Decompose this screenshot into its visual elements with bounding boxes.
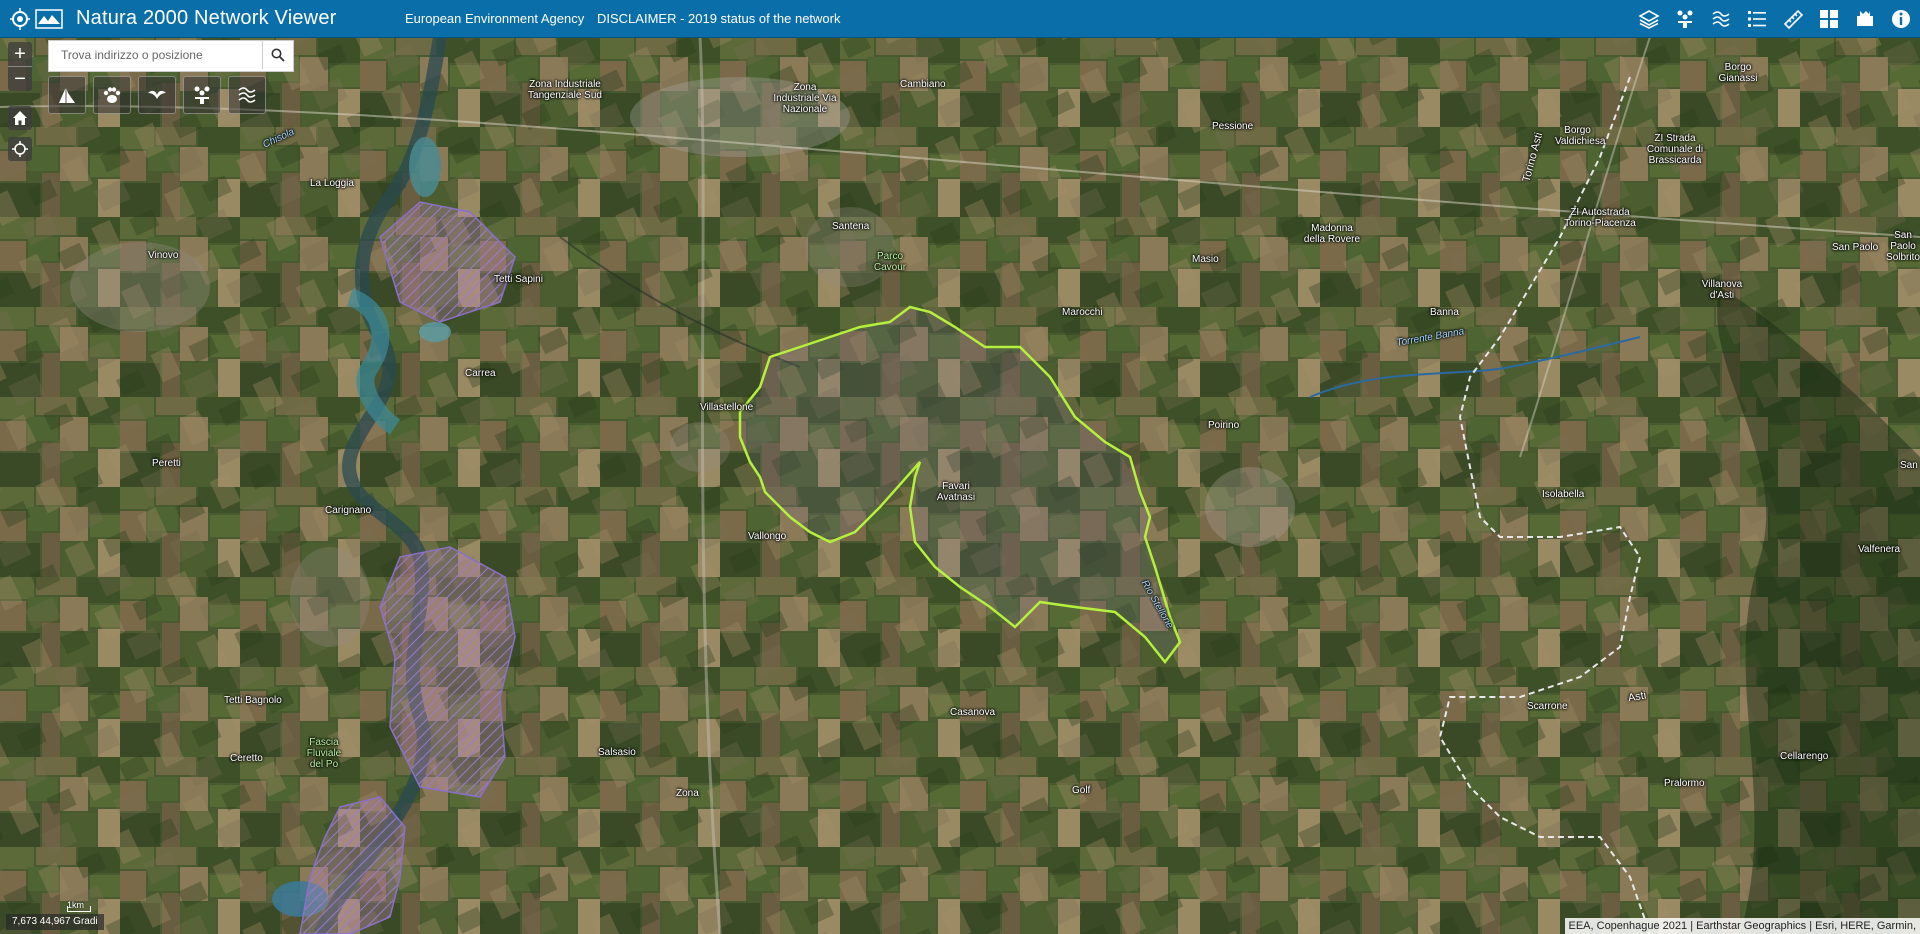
eea-link[interactable]: European Environment Agency [405,11,584,26]
paw-icon [103,87,121,103]
habitats-icon[interactable] [1672,6,1698,32]
map-label: Madonna della Rovere [1303,223,1361,245]
map-label: San Paolo [1832,242,1879,253]
map-label: Cambiano [900,79,946,90]
map-label: Golf [1072,785,1091,796]
app-header: Natura 2000 Network Viewer European Envi… [0,0,1920,38]
app-root: Natura 2000 Network Viewer European Envi… [0,0,1920,934]
map-label: Santena [832,221,870,232]
map-label: Ceretto [230,753,263,764]
map-label: Zona [676,788,699,799]
map-label: Pralormo [1664,778,1705,789]
basemap-gallery-icon[interactable] [1816,6,1842,32]
legend-icon[interactable] [1744,6,1770,32]
map-label: ZI Autostrada Torino-Piacenza [1564,207,1636,229]
map-label: ZI Strada Comunale di Brassicarda [1646,133,1704,166]
map-label: Villastellone [700,402,754,413]
map-label: Fascia Fluviale del Po [306,737,342,770]
map-label: Vallongo [748,531,787,542]
map-label: Isolabella [1542,489,1585,500]
map-label: Carrea [465,368,496,379]
bird-icon [148,90,166,99]
map-label: Tetti Sapini [494,274,543,285]
map-label: Borgo Valdichiesa [1555,125,1606,147]
map-label: Peretti [152,458,181,469]
zoom-control: + − [8,42,32,91]
map-label: Salsasio [598,747,636,758]
layers-icon[interactable] [1636,6,1662,32]
info-icon[interactable] [1888,6,1914,32]
map-label: San [1900,460,1918,471]
map-label: Favari Avatnasi [936,481,976,503]
map-label: Valfenera [1858,544,1901,555]
map-label: Zona Industriale Tangenziale Sud [528,79,602,101]
map-label: Poirino [1208,420,1240,431]
sites-layer-button[interactable] [183,76,221,114]
print-icon[interactable] [1852,6,1878,32]
map-label: Zona Industriale Via Nazionale [773,82,837,115]
home-icon [13,111,27,125]
map-attribution: EEA, Copenhague 2021 | Earthstar Geograp… [1564,918,1920,934]
map-label: Casanova [950,707,996,718]
map-label: Carignano [325,505,372,516]
search-button[interactable] [262,41,293,69]
map-label: Parco Cavour [873,251,907,273]
map-label: San Paolo Solbrito [1886,230,1920,263]
search-input[interactable] [49,41,259,69]
species-layer-button[interactable] [93,76,131,114]
map-label: Vinovo [148,250,179,261]
waves-icon[interactable] [1708,6,1734,32]
waves-icon [238,87,256,103]
map-view[interactable]: Zona Industriale Tangenziale Sud Zona In… [0,37,1920,934]
disclaimer-link[interactable]: DISCLAIMER - 2019 status of the network [597,11,841,26]
zoom-out-button[interactable]: − [8,66,32,91]
map-label: La Loggia [310,178,354,189]
coordinates-readout: 7,673 44,967 Gradi [6,914,104,930]
header-toolbar [1636,6,1914,32]
water-layer-button[interactable] [228,76,266,114]
map-label: Scarrone [1527,701,1568,712]
habitat-icon [59,87,75,103]
scale-bar [67,906,91,912]
search-icon [271,48,285,62]
habitat-layer-button[interactable] [48,76,86,114]
map-label: Villanova d'Asti [1701,279,1743,301]
locate-button[interactable] [8,137,32,161]
map-label: Tetti Bagnolo [224,695,282,706]
map-label: Pessione [1212,121,1254,132]
search-widget [48,40,294,72]
map-label: Marocchi [1062,307,1103,318]
sites-icon [194,86,210,104]
locate-icon [12,141,28,157]
measure-icon[interactable] [1780,6,1806,32]
map-label: Masio [1192,254,1219,265]
app-title: Natura 2000 Network Viewer [76,7,337,29]
map-label: Cellarengo [1780,751,1829,762]
eea-logo [10,8,63,30]
zoom-in-button[interactable]: + [8,42,32,66]
map-label: Borgo Gianassi [1718,62,1758,84]
home-button[interactable] [8,106,32,130]
birds-layer-button[interactable] [138,76,176,114]
map-label: Banna [1430,307,1459,318]
